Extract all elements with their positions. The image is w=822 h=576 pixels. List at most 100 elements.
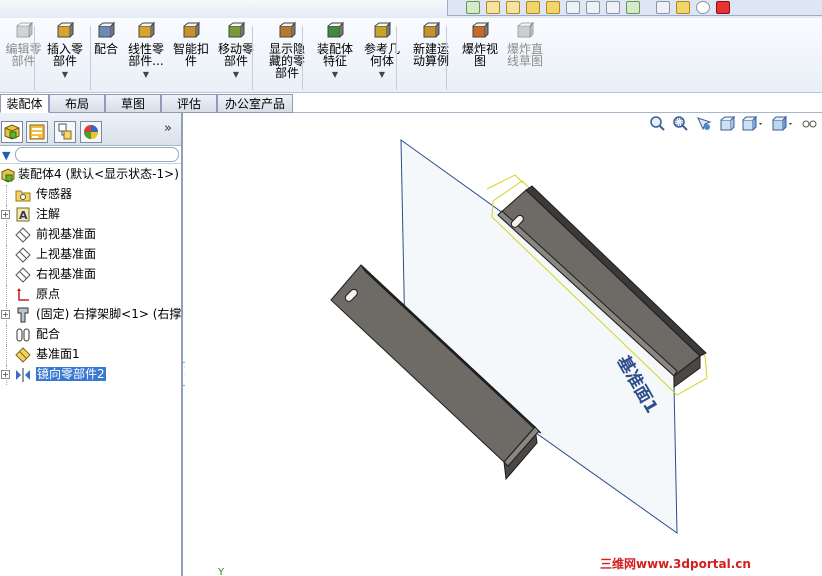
graphics-area[interactable]: 基准面1 Y — [185, 113, 822, 576]
exploded-view-button[interactable]: 爆炸视 图 — [458, 21, 502, 68]
edit-part-button[interactable]: 编辑零 部件 — [2, 21, 45, 67]
database-icon[interactable] — [566, 1, 580, 14]
tree-item-label: 基准面1 — [36, 347, 80, 361]
magnet-icon[interactable] — [656, 1, 670, 14]
feature-manager-tabs: » — [0, 113, 181, 146]
tree-item-label: 前视基准面 — [36, 227, 97, 241]
tree-item[interactable]: + 镜向零部件2 — [0, 365, 181, 385]
explode-line-sketch-label: 爆炸直 线草图 — [506, 42, 543, 68]
tree-item[interactable]: 右视基准面 — [0, 265, 181, 285]
origin-icon — [15, 287, 31, 302]
tab-4[interactable]: 办公室产品 — [217, 94, 293, 113]
mate-button[interactable]: 配合 — [92, 21, 120, 56]
move-component-icon — [226, 21, 246, 40]
sigma-icon[interactable] — [586, 1, 600, 14]
tree-item[interactable]: + A 注解 — [0, 205, 181, 225]
gear-icon[interactable] — [676, 1, 690, 14]
mates-icon — [15, 327, 31, 342]
ribbon-separator — [34, 26, 35, 90]
svg-text:A: A — [19, 209, 28, 222]
part-icon — [15, 307, 31, 323]
tab-3[interactable]: 评估 — [161, 94, 217, 113]
ribbon-separator — [396, 26, 397, 90]
checkbox-icon[interactable] — [546, 1, 560, 14]
tree-item[interactable]: 原点 — [0, 285, 181, 305]
new-motion-study-label: 新建运 动算例 — [412, 42, 449, 68]
feature-tree-tab[interactable] — [1, 121, 23, 143]
tree-item-label: 上视基准面 — [36, 247, 97, 261]
tree-item-label: 注解 — [36, 207, 61, 221]
tree-item-label: 原点 — [36, 287, 61, 301]
tree-item-label: (固定) 右撑架脚<1> (右撑架 — [36, 307, 181, 321]
mate-label: 配合 — [93, 42, 118, 56]
property-manager-tab[interactable] — [26, 121, 48, 143]
configuration-manager-tab[interactable] — [54, 121, 76, 143]
tree-item[interactable]: 装配体4 (默认<显示状态-1>) — [0, 165, 181, 185]
dropdown-caret-icon[interactable]: ▼ — [233, 69, 239, 81]
filter-input[interactable] — [15, 147, 179, 162]
tree-connector — [6, 325, 7, 345]
reference-geometry-icon — [372, 21, 392, 40]
show-hidden-icon — [277, 21, 297, 40]
tree-item[interactable]: 基准面1 — [0, 345, 181, 365]
assembly-features-button[interactable]: 装配体 特征 ▼ — [314, 21, 356, 81]
dropdown-caret-icon[interactable]: ▼ — [62, 69, 68, 81]
select-icon[interactable] — [526, 1, 540, 14]
rebuild-icon[interactable] — [466, 1, 480, 14]
mirror-icon — [15, 367, 31, 382]
dropdown-caret-icon[interactable]: ▼ — [379, 69, 385, 81]
ruler-icon[interactable] — [606, 1, 620, 14]
tree-item-label: 配合 — [36, 327, 61, 341]
insert-part-icon — [55, 21, 75, 40]
expand-panel-icon[interactable]: » — [164, 121, 172, 136]
assembly-features-icon — [325, 21, 345, 40]
explode-line-sketch-icon — [515, 21, 535, 40]
tree-connector — [6, 345, 7, 365]
tree-connector — [6, 285, 7, 305]
smart-fastener-label: 智能扣 件 — [172, 42, 209, 68]
tree-item[interactable]: 上视基准面 — [0, 245, 181, 265]
triad-y-label: Y — [217, 567, 225, 576]
insert-part-button[interactable]: 插入零 部件 ▼ — [46, 21, 84, 81]
linear-pattern-icon — [136, 21, 156, 40]
plane-yellow-icon — [15, 347, 31, 363]
ribbon-separator — [252, 26, 253, 90]
check-icon[interactable] — [626, 1, 640, 14]
tree-item[interactable]: 传感器 — [0, 185, 181, 205]
appearance-icon — [84, 125, 98, 139]
tree-item[interactable]: 配合 — [0, 325, 181, 345]
new-motion-study-icon — [421, 21, 441, 40]
stop-icon[interactable] — [716, 1, 730, 14]
expand-icon[interactable]: + — [1, 210, 10, 219]
sensor-folder-icon — [15, 187, 31, 202]
assembly-tree-icon — [4, 124, 20, 140]
expand-icon[interactable]: + — [1, 370, 10, 379]
tree-item-label: 镜向零部件2 — [36, 367, 106, 381]
edit-part-icon — [14, 21, 34, 40]
dropdown-caret-icon[interactable]: ▼ — [332, 69, 338, 81]
configuration-icon — [58, 123, 72, 140]
options-icon[interactable] — [486, 1, 500, 14]
explode-line-sketch-button[interactable]: 爆炸直 线草图 — [503, 21, 547, 68]
smart-fastener-button[interactable]: 智能扣 件 — [170, 21, 212, 68]
tree-connector — [6, 265, 7, 285]
circle-check-icon[interactable] — [696, 1, 710, 14]
tree-item[interactable]: + (固定) 右撑架脚<1> (右撑架 — [0, 305, 181, 325]
linear-pattern-button[interactable]: 线性零 部件... ▼ — [127, 21, 165, 81]
move-component-button[interactable]: 移动零 部件 ▼ — [217, 21, 255, 81]
display-manager-tab[interactable] — [80, 121, 102, 143]
tree-item-label: 右视基准面 — [36, 267, 97, 281]
tab-2[interactable]: 草图 — [105, 94, 161, 113]
exploded-view-label: 爆炸视 图 — [461, 42, 498, 68]
tree-item[interactable]: 前视基准面 — [0, 225, 181, 245]
tree-item-label: 装配体4 (默认<显示状态-1>) — [18, 167, 179, 181]
tab-0[interactable]: 装配体 — [0, 94, 49, 113]
assembly-features-label: 装配体 特征 — [316, 42, 353, 68]
move-component-label: 移动零 部件 — [217, 42, 254, 68]
expand-icon[interactable]: + — [1, 310, 10, 319]
measure-icon[interactable] — [506, 1, 520, 14]
mate-icon — [96, 21, 116, 40]
tab-1[interactable]: 布局 — [49, 94, 105, 113]
dropdown-caret-icon[interactable]: ▼ — [143, 69, 149, 81]
filter-icon[interactable]: ▼ — [2, 149, 10, 162]
